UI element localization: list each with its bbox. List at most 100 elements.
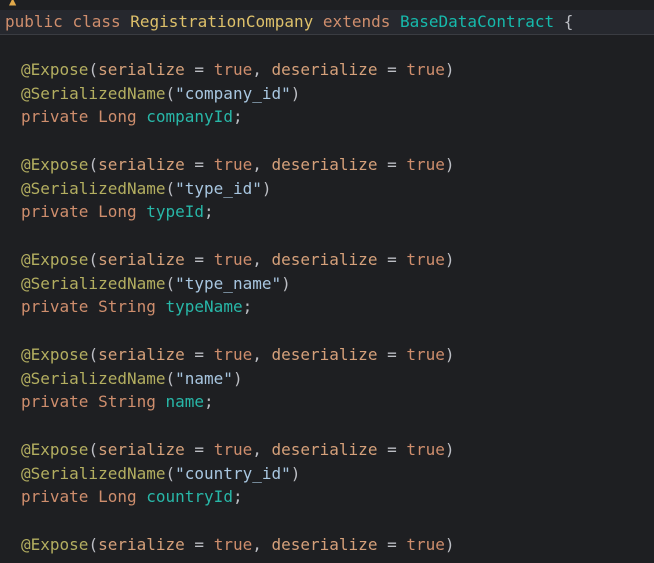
paren-open: ( bbox=[165, 83, 176, 103]
semicolon: ; bbox=[204, 392, 214, 412]
expose-annotation-line[interactable]: @Expose(serialize = true, deserialize = … bbox=[21, 438, 455, 462]
paren-open: ( bbox=[165, 178, 176, 198]
paren-open: ( bbox=[165, 273, 176, 293]
paren-close: ) bbox=[281, 273, 291, 293]
equals: = bbox=[377, 250, 407, 269]
serialized-name-line[interactable]: @SerializedName("company_id") bbox=[21, 82, 300, 106]
private-keyword: private bbox=[21, 107, 89, 127]
deserialize-key: deserialize bbox=[271, 250, 378, 269]
paren-close: ) bbox=[290, 83, 301, 103]
deserialize-value: true bbox=[406, 60, 445, 79]
super-class-name: BaseDataContract bbox=[400, 12, 555, 31]
semicolon: ; bbox=[204, 202, 214, 222]
semicolon: ; bbox=[232, 487, 243, 507]
deserialize-key: deserialize bbox=[271, 155, 378, 174]
class-declaration-line[interactable]: public class RegistrationCompany extends… bbox=[5, 10, 573, 34]
serialized-name-annotation: @SerializedName bbox=[21, 273, 166, 293]
field-declaration-line[interactable]: private String typeName; bbox=[21, 295, 252, 319]
bulb-icon[interactable]: ▲ bbox=[9, 0, 17, 7]
paren-open: ( bbox=[88, 155, 99, 174]
expose-annotation-line[interactable]: @Expose(serialize = true, deserialize = … bbox=[21, 58, 455, 82]
deserialize-value: true bbox=[406, 250, 445, 269]
serialize-value: true bbox=[213, 440, 253, 459]
comma: , bbox=[252, 345, 272, 364]
serialized-name-line[interactable]: @SerializedName("country_id") bbox=[21, 462, 300, 486]
field-name: name bbox=[165, 392, 205, 412]
field-declaration-line[interactable]: private Long companyId; bbox=[21, 105, 243, 129]
comma: , bbox=[252, 535, 272, 554]
equals: = bbox=[184, 535, 214, 554]
paren-close: ) bbox=[444, 535, 455, 554]
field-type: String bbox=[98, 297, 156, 317]
private-keyword: private bbox=[21, 202, 89, 222]
equals: = bbox=[377, 535, 407, 554]
semicolon: ; bbox=[232, 107, 243, 127]
serialize-key: serialize bbox=[98, 345, 185, 364]
serialized-name-value: "country_id" bbox=[175, 463, 291, 483]
field-name: typeName bbox=[165, 297, 243, 317]
serialize-value: true bbox=[213, 155, 253, 174]
class-name: RegistrationCompany bbox=[130, 12, 314, 31]
serialize-key: serialize bbox=[98, 250, 185, 269]
code-editor[interactable]: ▲ public class RegistrationCompany exten… bbox=[0, 0, 654, 563]
expose-annotation: @Expose bbox=[21, 440, 89, 459]
equals: = bbox=[377, 440, 407, 459]
paren-close: ) bbox=[444, 345, 455, 364]
serialize-key: serialize bbox=[98, 440, 185, 459]
paren-close: ) bbox=[444, 250, 455, 269]
equals: = bbox=[184, 60, 214, 79]
equals: = bbox=[377, 345, 407, 364]
expose-annotation: @Expose bbox=[21, 535, 89, 554]
paren-close: ) bbox=[261, 178, 272, 198]
expose-annotation: @Expose bbox=[21, 345, 89, 364]
field-declaration-line[interactable]: private String name; bbox=[21, 390, 214, 414]
field-type: String bbox=[98, 392, 156, 412]
serialized-name-line[interactable]: @SerializedName("type_id") bbox=[21, 177, 271, 201]
serialized-name-annotation: @SerializedName bbox=[21, 83, 166, 103]
serialized-name-value: "company_id" bbox=[175, 83, 291, 103]
field-type: Long bbox=[98, 487, 137, 507]
field-declaration-line[interactable]: private Long countryId; bbox=[21, 485, 243, 509]
serialize-key: serialize bbox=[98, 60, 185, 79]
expose-annotation-line[interactable]: @Expose(serialize = true, deserialize = … bbox=[21, 248, 455, 272]
paren-open: ( bbox=[88, 60, 99, 79]
comma: , bbox=[252, 440, 272, 459]
serialized-name-line[interactable]: @SerializedName("type_name") bbox=[21, 272, 291, 296]
equals: = bbox=[184, 440, 214, 459]
field-type: Long bbox=[98, 107, 137, 127]
equals: = bbox=[184, 155, 214, 174]
paren-close: ) bbox=[444, 440, 455, 459]
semicolon: ; bbox=[242, 297, 253, 317]
paren-open: ( bbox=[88, 250, 99, 269]
equals: = bbox=[184, 345, 214, 364]
expose-annotation-line[interactable]: @Expose(serialize = true, deserialize = … bbox=[21, 533, 455, 557]
paren-close: ) bbox=[444, 155, 455, 174]
serialized-name-line[interactable]: @SerializedName("name") bbox=[21, 367, 243, 391]
field-name: typeId bbox=[146, 202, 205, 222]
paren-close: ) bbox=[290, 463, 301, 483]
serialize-key: serialize bbox=[98, 155, 185, 174]
paren-open: ( bbox=[88, 345, 99, 364]
paren-open: ( bbox=[88, 535, 99, 554]
class-keyword: class bbox=[72, 12, 121, 31]
expose-annotation: @Expose bbox=[21, 60, 89, 79]
deserialize-value: true bbox=[406, 155, 445, 174]
equals: = bbox=[377, 155, 407, 174]
deserialize-key: deserialize bbox=[271, 60, 378, 79]
open-brace: { bbox=[554, 12, 574, 31]
field-declaration-line[interactable]: private Long typeId; bbox=[21, 200, 214, 224]
expose-annotation: @Expose bbox=[21, 250, 89, 269]
comma: , bbox=[252, 60, 272, 79]
deserialize-value: true bbox=[406, 535, 445, 554]
serialize-value: true bbox=[213, 535, 253, 554]
expose-annotation-line[interactable]: @Expose(serialize = true, deserialize = … bbox=[21, 343, 455, 367]
field-name: countryId bbox=[146, 487, 233, 507]
deserialize-value: true bbox=[406, 440, 445, 459]
serialize-key: serialize bbox=[98, 535, 185, 554]
field-type: Long bbox=[98, 202, 137, 222]
paren-close: ) bbox=[444, 60, 455, 79]
private-keyword: private bbox=[21, 297, 89, 317]
serialized-name-value: "type_name" bbox=[175, 273, 282, 293]
expose-annotation-line[interactable]: @Expose(serialize = true, deserialize = … bbox=[21, 153, 455, 177]
equals: = bbox=[377, 60, 407, 79]
